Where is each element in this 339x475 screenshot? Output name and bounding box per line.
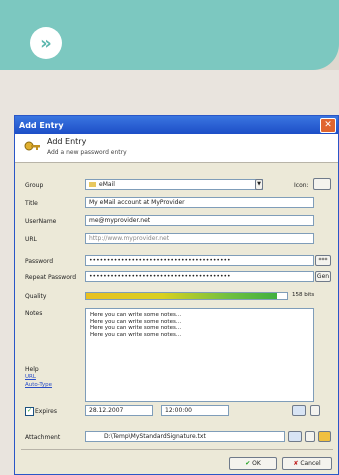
icon-label: Icon: xyxy=(294,182,309,189)
attachment-label: Attachment xyxy=(25,434,61,441)
group-select[interactable]: eMail xyxy=(85,179,263,190)
icon-picker-button[interactable] xyxy=(313,178,331,190)
username-input[interactable]: me@myprovider.net xyxy=(85,215,314,226)
notes-line: Here you can write some notes... xyxy=(90,331,182,338)
ok-button[interactable]: ✔ OK xyxy=(229,457,277,470)
dialog-title: Add Entry xyxy=(19,120,64,130)
ok-check-icon: ✔ xyxy=(245,460,251,467)
cancel-x-icon: ✘ xyxy=(293,460,299,467)
title-label: Title xyxy=(25,200,38,207)
attachment-input[interactable]: D:\Temp\MyStandardSignature.txt xyxy=(85,431,285,442)
expires-label: Expires xyxy=(35,408,57,415)
url-label: URL xyxy=(25,236,37,243)
quality-text: 158 bits xyxy=(292,292,315,298)
top-banner: » xyxy=(0,0,339,70)
cancel-label: Cancel xyxy=(300,460,321,467)
quality-label: Quality xyxy=(25,293,47,300)
notes-label: Notes xyxy=(25,310,43,317)
add-entry-dialog: Add Entry ✕ Add Entry Add a new password… xyxy=(14,115,339,475)
ok-label: OK xyxy=(252,460,261,467)
header-title: Add Entry xyxy=(47,137,87,146)
key-icon xyxy=(24,141,40,151)
help-autotype-link[interactable]: Auto-Type xyxy=(25,382,52,388)
url-input[interactable]: http://www.myprovider.net xyxy=(85,233,314,244)
help-url-link[interactable]: URL xyxy=(25,374,36,380)
repeat-password-input[interactable]: •••••••••••••••••••••••••••••••••••••••• xyxy=(85,271,314,282)
calendar-icon[interactable] xyxy=(292,405,306,416)
quality-bar-fill xyxy=(86,293,277,299)
notes-textarea[interactable]: Here you can write some notes... Here yo… xyxy=(85,308,314,402)
expires-date-input[interactable]: 28.12.2007 xyxy=(85,405,153,416)
expires-menu-icon[interactable] xyxy=(310,405,320,416)
show-password-button[interactable]: *** xyxy=(315,255,331,266)
browse-attachment-icon[interactable] xyxy=(288,431,302,442)
username-label: UserName xyxy=(25,218,57,225)
header-subtitle: Add a new password entry xyxy=(47,149,127,156)
remove-attachment-icon[interactable] xyxy=(318,431,331,442)
expires-time-input[interactable]: 12:00:00 xyxy=(161,405,229,416)
group-value: eMail xyxy=(99,181,115,188)
folder-icon xyxy=(89,182,96,187)
group-label: Group xyxy=(25,182,44,189)
help-label: Help xyxy=(25,366,39,373)
save-attachment-icon[interactable] xyxy=(305,431,315,442)
banner-glyph: » xyxy=(40,32,52,54)
password-input[interactable]: •••••••••••••••••••••••••••••••••••••••• xyxy=(85,255,314,266)
close-button[interactable]: ✕ xyxy=(320,118,336,133)
repeat-password-label: Repeat Password xyxy=(25,274,77,281)
dialog-separator xyxy=(21,449,333,450)
expires-checkbox[interactable]: ✓ xyxy=(25,407,34,416)
double-chevron-right-icon[interactable]: » xyxy=(30,27,62,59)
dialog-header: Add Entry Add a new password entry xyxy=(15,134,338,163)
quality-bar xyxy=(85,292,288,300)
title-input[interactable]: My eMail account at MyProvider xyxy=(85,197,314,208)
dialog-titlebar: Add Entry ✕ xyxy=(15,116,338,134)
password-label: Password xyxy=(25,258,54,265)
group-dropdown-button[interactable]: ▼ xyxy=(255,179,263,190)
generate-password-button[interactable]: Gen xyxy=(315,271,331,282)
cancel-button[interactable]: ✘ Cancel xyxy=(282,457,332,470)
